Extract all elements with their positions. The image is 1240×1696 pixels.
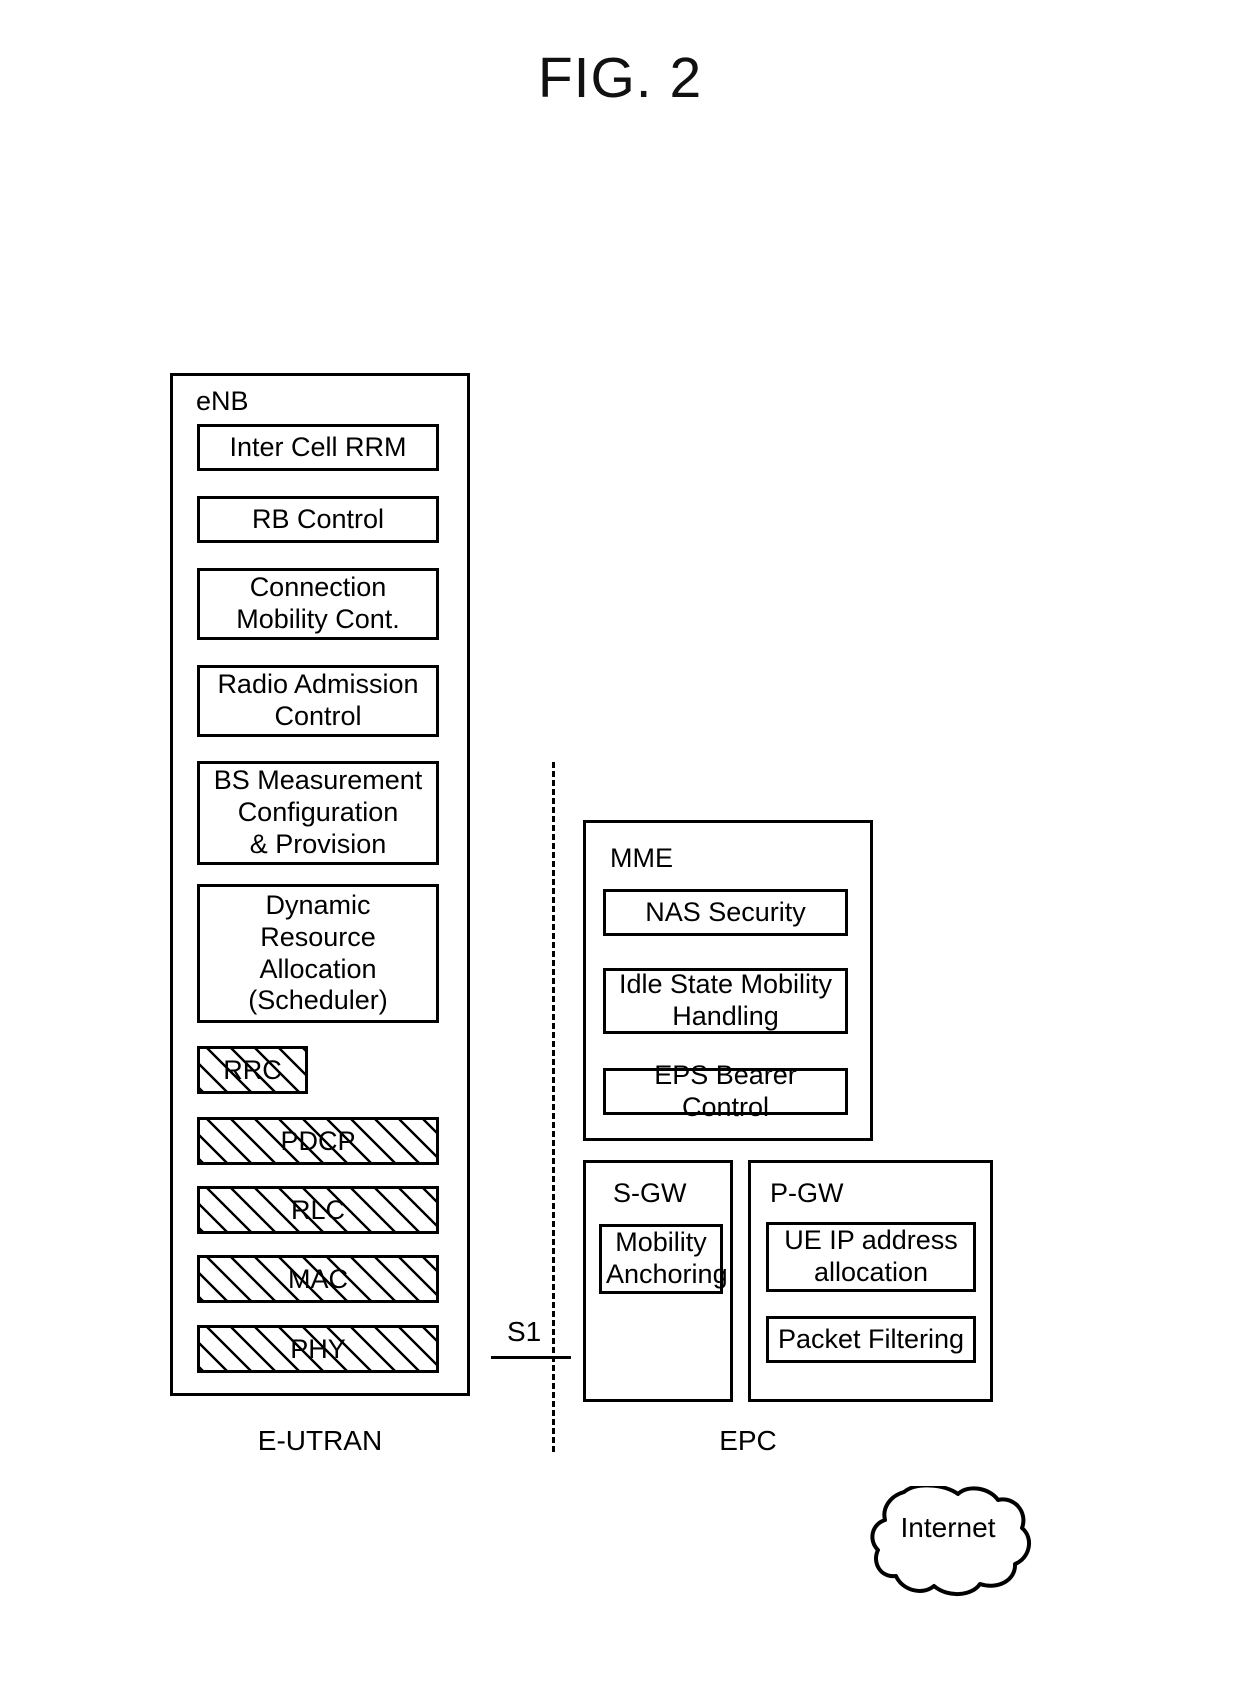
enb-layer-mac[interactable]: MAC xyxy=(197,1255,439,1303)
enb-function-radio-admission-control[interactable]: Radio Admission Control xyxy=(197,665,439,737)
enb-function-label: Inter Cell RRM xyxy=(229,431,407,462)
enb-layer-rlc[interactable]: RLC xyxy=(197,1186,439,1234)
sgw-function-label: Mobility Anchoring xyxy=(606,1227,728,1289)
enb-function-label: RB Control xyxy=(251,503,385,534)
caption-epc: EPC xyxy=(719,1425,777,1456)
mme-function-label: NAS Security xyxy=(645,896,806,927)
enb-layer-phy[interactable]: PHY xyxy=(197,1325,439,1373)
enb-layer-label: MAC xyxy=(288,1263,348,1294)
mme-function-eps-bearer-control[interactable]: EPS Bearer Control xyxy=(603,1060,848,1122)
sgw-function-mobility-anchoring[interactable]: Mobility Anchoring xyxy=(599,1224,728,1294)
pgw-function-packet-filtering[interactable]: Packet Filtering xyxy=(766,1316,976,1363)
enb-layer-pdcp[interactable]: PDCP xyxy=(197,1117,439,1165)
s1-interface-label: S1 xyxy=(507,1316,542,1347)
pgw-title: P-GW xyxy=(770,1178,844,1208)
mme-function-label: EPS Bearer Control xyxy=(654,1059,797,1122)
internet-cloud-icon xyxy=(858,1486,1038,1606)
enb-function-rb-control[interactable]: RB Control xyxy=(197,496,439,543)
enb-function-label: Connection Mobility Cont. xyxy=(236,572,400,634)
enb-function-dynamic-resource-allocation[interactable]: Dynamic Resource Allocation (Scheduler) xyxy=(197,884,439,1023)
enb-layer-label: RRC xyxy=(223,1054,282,1085)
pgw-function-ue-ip-address-allocation[interactable]: UE IP address allocation xyxy=(766,1222,976,1292)
enb-function-label: BS Measurement Configuration & Provision xyxy=(213,765,423,859)
figure-title: FIG. 2 xyxy=(537,46,703,110)
enb-layer-label: RLC xyxy=(290,1194,345,1225)
enb-layer-rrc[interactable]: RRC xyxy=(197,1046,308,1094)
mme-title: MME xyxy=(610,843,673,873)
enb-function-connection-mobility-cont[interactable]: Connection Mobility Cont. xyxy=(197,568,439,640)
mme-function-label: Idle State Mobility Handling xyxy=(618,969,833,1031)
enb-function-inter-cell-rrm[interactable]: Inter Cell RRM xyxy=(197,424,439,471)
mme-function-idle-state-mobility-handling[interactable]: Idle State Mobility Handling xyxy=(603,968,848,1034)
figure-page: FIG. 2 eNB Inter Cell RRM RB Control Con… xyxy=(0,0,1240,1696)
pgw-function-label: UE IP address allocation xyxy=(784,1225,958,1287)
enb-function-label: Radio Admission Control xyxy=(217,669,419,731)
internet-label: Internet xyxy=(900,1512,996,1543)
s1-interface-line xyxy=(491,1356,571,1359)
enb-layer-label: PDCP xyxy=(280,1125,356,1156)
enb-layer-label: PHY xyxy=(290,1333,346,1364)
eutran-epc-divider xyxy=(552,762,555,1452)
enb-title: eNB xyxy=(196,386,249,416)
enb-function-bs-measurement-configuration[interactable]: BS Measurement Configuration & Provision xyxy=(197,761,439,865)
sgw-title: S-GW xyxy=(613,1178,687,1208)
mme-function-nas-security[interactable]: NAS Security xyxy=(603,889,848,936)
enb-function-label: Dynamic Resource Allocation (Scheduler) xyxy=(248,889,388,1016)
pgw-function-label: Packet Filtering xyxy=(777,1323,965,1354)
caption-eutran: E-UTRAN xyxy=(257,1425,383,1456)
